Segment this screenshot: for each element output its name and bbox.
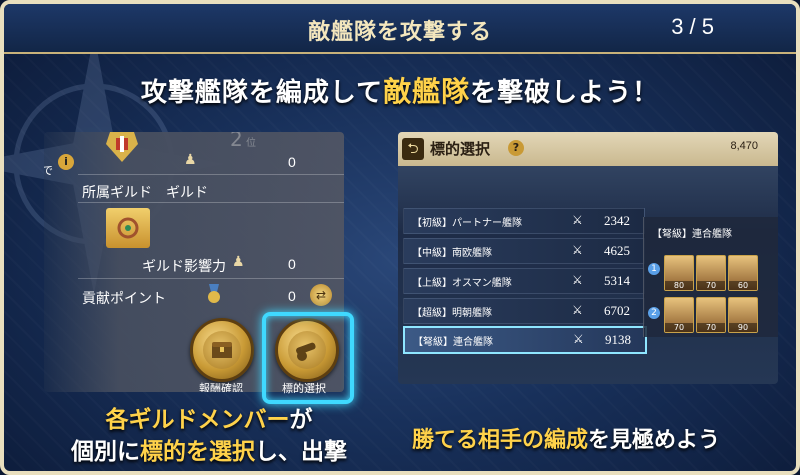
reward-check-button[interactable] [190,318,254,382]
caption-left-line2-hl: 標的を選択 [140,438,255,464]
divider [78,202,344,203]
target-name: 【弩級】連合艦隊 [413,337,493,348]
captain-level: 60 [729,281,757,290]
target-select-highlight [262,312,354,404]
svg-text:位: 位 [246,136,256,149]
guild-emblem-icon [106,208,150,248]
headline-pre: 攻撃艦隊を編成して [140,77,384,107]
captain-level: 70 [697,281,725,290]
swords-icon: ⚔ [573,332,584,346]
guild-label: 所属ギルド ギルド [82,184,208,200]
headline: 攻撃艦隊を編成して敵艦隊を撃破しよう！ [4,70,796,110]
tutorial-frame: 敵艦隊を攻撃する 3 / 5 攻撃艦隊を編成して敵艦隊を撃破しよう！ で i 2… [0,0,800,475]
coin-count: 8,470 [730,140,758,152]
captain-card: 70 [664,297,694,333]
target-row[interactable]: 【上級】オスマン艦隊 ⚔ 5314 [403,268,645,294]
captain-card: 80 [664,255,694,291]
caption-left-line2-pre: 個別に [71,438,140,464]
target-select-header: ⮌ 標的選択 ? 8,470 [398,132,778,166]
target-name: 【中級】南欧艦隊 [412,248,492,259]
captain-level: 70 [697,323,725,332]
target-select-panel: ⮌ 標的選択 ? 8,470 【初級】パートナー艦隊 ⚔ 2342 【中級】南欧… [398,132,778,384]
captain-card: 70 [696,255,726,291]
target-select-title: 標的選択 [430,141,491,158]
target-row[interactable]: 【超級】明朝艦隊 ⚔ 6702 [403,298,645,324]
swords-icon: ⚔ [572,243,583,257]
target-power: 2342 [604,213,630,228]
contribution-value: 0 [288,288,296,304]
caption-left-line1: 各ギルドメンバーが [4,400,414,434]
captain-level: 90 [729,323,757,332]
step-counter: 3 / 5 [671,14,714,39]
headline-post: を撃破しよう！ [470,77,660,107]
reward-check-label: 報酬確認 [199,383,243,392]
medal-icon [206,284,222,304]
target-row[interactable]: 【初級】パートナー艦隊 ⚔ 2342 [403,208,645,234]
headline-highlight: 敵艦隊 [383,76,471,107]
target-power: 5314 [604,273,630,288]
caption-right-post: を見極めよう [588,427,721,452]
target-row-selected[interactable]: 【弩級】連合艦隊 ⚔ 9138 [403,326,647,354]
back-icon[interactable]: ⮌ [402,138,424,160]
caption-left-line2: 個別に標的を選択し、出撃 [4,432,414,466]
caption-right: 勝てる相手の編成を見極めよう [412,422,720,454]
target-power: 6702 [604,303,630,318]
rank-medal-icon [102,132,142,164]
svg-text:2: 2 [230,132,243,150]
caption-left-line2-post: し、出撃 [255,438,347,464]
info-icon[interactable]: i [58,154,74,170]
caption-left-line1-post: が [289,406,313,432]
exchange-icon[interactable]: ⇄ [310,284,332,306]
divider [78,278,344,279]
target-name: 【上級】オスマン艦隊 [412,278,512,289]
target-name: 【初級】パートナー艦隊 [412,218,522,229]
caption-left-line1-hl: 各ギルドメンバー [105,406,290,432]
caption-right-hl: 勝てる相手の編成 [412,427,589,452]
swords-icon: ⚔ [572,273,583,287]
contribution-label: 貢献ポイント [82,290,166,306]
captain-level: 80 [665,281,693,290]
influence-label: ギルド影響力 [142,258,226,274]
divider [78,174,344,175]
fleet-preview-label: 【弩級】連合艦隊 [652,229,732,240]
swords-icon: ⚔ [572,213,583,227]
target-name: 【超級】明朝艦隊 [412,308,492,319]
captain-card: 90 [728,297,758,333]
person-icon: ♟ [184,152,197,168]
title-bar: 敵艦隊を攻撃する 3 / 5 [4,4,796,54]
treasure-chest-icon [203,331,241,369]
target-power: 9138 [605,332,631,347]
captain-level: 70 [665,323,693,332]
influence-value: 0 [288,256,296,272]
fleet-1-marker: 1 [648,263,660,275]
fleet-preview: 【弩級】連合艦隊 1 80 70 60 2 70 70 90 [643,217,778,337]
row1-value: 0 [288,154,296,170]
target-row[interactable]: 【中級】南欧艦隊 ⚔ 4625 [403,238,645,264]
help-icon[interactable]: ? [508,140,524,156]
person-icon: ♟ [232,254,245,270]
rank-badge-icon: 2位 [224,132,264,151]
edge-char: で [44,162,53,178]
captain-card: 60 [728,255,758,291]
fleet-2-marker: 2 [648,307,660,319]
target-power: 4625 [604,243,630,258]
swords-icon: ⚔ [572,303,583,317]
captain-card: 70 [696,297,726,333]
